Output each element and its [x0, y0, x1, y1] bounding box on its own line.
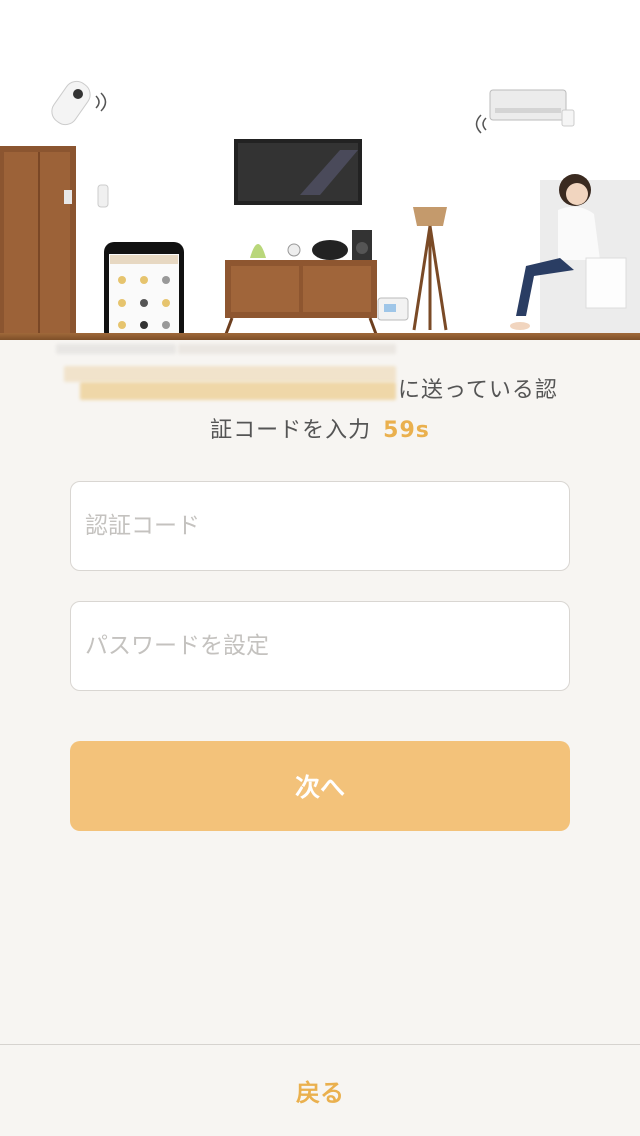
door-icon	[0, 146, 109, 334]
verification-message-line2: 証コードを入力 59s	[0, 412, 640, 444]
verification-code-input[interactable]	[85, 513, 569, 539]
lamp-icon	[412, 207, 448, 331]
message-instruction: 証コードを入力	[210, 418, 372, 443]
password-field[interactable]	[70, 601, 570, 691]
camera-icon	[51, 80, 107, 126]
redacted-phone-number	[56, 344, 176, 354]
floor	[0, 333, 640, 340]
redacted-phone-number-2	[178, 344, 396, 354]
next-button[interactable]: 次へ	[70, 741, 570, 831]
countdown-timer: 59s	[383, 418, 430, 443]
living-room-scene	[0, 80, 640, 340]
redacted-phone-number-3	[64, 366, 396, 382]
appliance-icon	[377, 297, 409, 321]
back-button[interactable]: 戻る	[0, 1045, 640, 1136]
message-tail: に送っている認	[398, 378, 558, 403]
phone-icon	[104, 242, 184, 340]
tv-icon	[234, 139, 362, 205]
smart-home-illustration	[0, 0, 640, 340]
redacted-phone-number-4	[80, 382, 396, 400]
verification-code-field[interactable]	[70, 481, 570, 571]
cabinet-icon	[224, 230, 378, 335]
password-input[interactable]	[85, 633, 569, 659]
air-conditioner-icon	[475, 89, 575, 134]
person-figure	[510, 174, 640, 334]
